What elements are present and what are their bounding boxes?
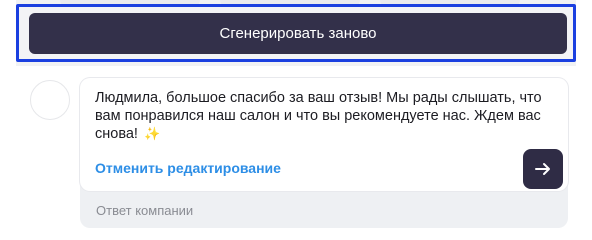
- cancel-editing-link[interactable]: Отменить редактирование: [95, 160, 281, 176]
- sparkle-icon: ✨: [144, 126, 161, 141]
- reply-text[interactable]: Людмила, большое спасибо за ваш отзыв! М…: [95, 89, 545, 143]
- page-background-right: [576, 0, 592, 228]
- regenerate-button[interactable]: Сгенерировать заново: [29, 13, 567, 54]
- avatar: [30, 80, 70, 120]
- arrow-right-icon: [535, 163, 550, 175]
- reply-text-content: Людмила, большое спасибо за ваш отзыв! М…: [95, 90, 542, 142]
- page-background-left: [0, 0, 16, 228]
- send-button[interactable]: [523, 149, 563, 189]
- company-answer-label: Ответ компании: [96, 203, 194, 218]
